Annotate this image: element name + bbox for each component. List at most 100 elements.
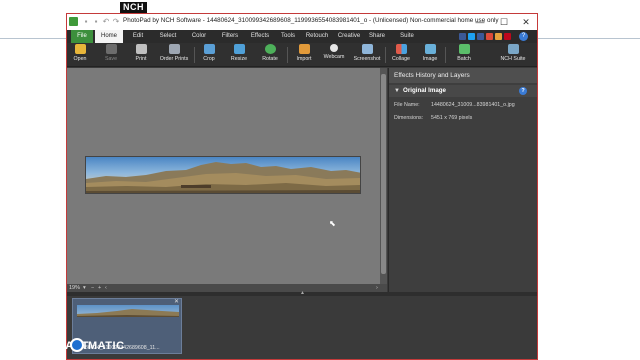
effects-history-panel: Effects History and Layers ▼ Original Im…	[388, 68, 537, 292]
original-image-section[interactable]: ▼ Original Image ?	[389, 85, 537, 97]
status-bar: 19% ▾ − + ‹ ›	[67, 284, 387, 292]
image-icon	[424, 44, 436, 54]
section-title: Original Image	[403, 87, 446, 94]
rotate-icon	[264, 44, 276, 54]
maximize-button[interactable]: ☐	[493, 15, 515, 29]
screenshot-icon	[361, 44, 373, 54]
thumbnail-landscape	[77, 309, 179, 317]
zoom-out-icon[interactable]: −	[91, 284, 94, 292]
watermark-recorded-with: RECORDED WITH	[8, 331, 59, 337]
undo-icon[interactable]: ↶	[102, 17, 110, 26]
file-name-row: File Name: 14480624_31009...83981401_o.j…	[394, 102, 515, 108]
info-icon[interactable]: ?	[519, 87, 527, 95]
window-title: PhotoPad by NCH Software - 14480624_3100…	[123, 17, 499, 24]
printer-icon	[135, 44, 147, 54]
panorama-landscape	[86, 162, 360, 193]
crop-button[interactable]: Crop	[198, 44, 220, 66]
dimensions-value: 5451 x 769 pixels	[431, 115, 473, 121]
screen: NCH ▪ ▪ ↶ ↷ PhotoPad by NCH Software - 1…	[0, 0, 640, 360]
image-button[interactable]: Image	[419, 44, 441, 66]
file-name-value: 14480624_31009...83981401_o.jpg	[431, 102, 515, 108]
panel-header: Effects History and Layers	[389, 68, 537, 83]
filmstrip: ✕ 14480624_310099342689608_11...	[67, 296, 537, 359]
zoom-fit-icon[interactable]: ‹	[105, 284, 107, 292]
tab-retouch[interactable]: Retouch	[303, 30, 331, 43]
nch-suite-icon	[507, 44, 519, 54]
collapse-triangle-icon[interactable]: ▼	[394, 85, 400, 97]
thumbnail-image	[77, 305, 179, 317]
background-line	[537, 38, 640, 39]
print-button[interactable]: Print	[129, 44, 153, 66]
app-icon	[69, 17, 78, 26]
google-plus-icon[interactable]	[486, 33, 493, 40]
tab-creative[interactable]: Creative	[334, 30, 364, 43]
minimize-button[interactable]: —	[469, 15, 491, 29]
tab-select[interactable]: Select	[154, 30, 182, 43]
vertical-scrollbar[interactable]	[380, 68, 387, 284]
folder-icon	[74, 44, 86, 54]
scroll-right-icon[interactable]: ›	[376, 284, 378, 292]
order-prints-button[interactable]: Order Prints	[157, 44, 191, 66]
tab-file[interactable]: File	[71, 30, 93, 43]
toolbar-separator	[385, 47, 386, 63]
tab-filters[interactable]: Filters	[217, 30, 243, 43]
webcam-icon	[330, 44, 338, 52]
toolbar-separator	[287, 47, 288, 63]
zoom-in-icon[interactable]: +	[98, 284, 101, 292]
screenshot-button[interactable]: Screenshot	[351, 44, 383, 66]
webcam-button[interactable]: Webcam	[321, 44, 347, 66]
facebook-icon[interactable]	[459, 33, 466, 40]
batch-button[interactable]: Batch	[453, 44, 475, 66]
quick-open-icon[interactable]: ▪	[92, 17, 100, 26]
redo-icon[interactable]: ↷	[112, 17, 120, 26]
menu-tabs: File Home Edit Select Color Filters Effe…	[67, 30, 537, 43]
toolbar-separator	[445, 47, 446, 63]
close-button[interactable]: ✕	[515, 15, 537, 29]
zoom-level[interactable]: 19%	[69, 284, 80, 292]
tab-tools[interactable]: Tools	[277, 30, 299, 43]
resize-button[interactable]: Resize	[227, 44, 251, 66]
twitter-icon[interactable]	[468, 33, 475, 40]
mouse-cursor-icon: ⬉	[329, 219, 336, 228]
collage-button[interactable]: Collage	[389, 44, 413, 66]
rotate-button[interactable]: Rotate	[258, 44, 282, 66]
tab-suite[interactable]: Suite	[396, 30, 418, 43]
dimensions-label: Dimensions:	[394, 115, 424, 121]
image-canvas[interactable]: ⬉	[67, 68, 380, 284]
photopad-window: ▪ ▪ ↶ ↷ PhotoPad by NCH Software - 14480…	[66, 13, 538, 360]
tab-share[interactable]: Share	[366, 30, 388, 43]
nch-logo: NCH	[120, 2, 147, 13]
dimensions-row: Dimensions: 5451 x 769 pixels	[394, 115, 472, 121]
title-bar: ▪ ▪ ↶ ↷ PhotoPad by NCH Software - 14480…	[67, 14, 537, 30]
rss-icon[interactable]	[495, 33, 502, 40]
watermark-matic: MATIC	[88, 340, 125, 352]
tab-effects[interactable]: Effects	[247, 30, 273, 43]
tab-home[interactable]: Home	[95, 30, 123, 43]
help-icon[interactable]: ?	[519, 32, 528, 41]
toolbar: Open Save Print Order Prints Crop Resize…	[67, 43, 537, 67]
panorama-image[interactable]	[85, 156, 361, 194]
collage-icon	[395, 44, 407, 54]
import-icon	[298, 44, 310, 54]
crop-icon	[203, 44, 215, 54]
close-thumbnail-icon[interactable]: ✕	[174, 298, 179, 305]
resize-icon	[233, 44, 245, 54]
tab-edit[interactable]: Edit	[127, 30, 149, 43]
pinterest-icon[interactable]	[504, 33, 511, 40]
order-prints-icon	[168, 44, 180, 54]
quick-save-icon[interactable]: ▪	[82, 17, 90, 26]
scrollbar-thumb[interactable]	[381, 74, 386, 274]
zoom-dropdown-icon[interactable]: ▾	[83, 284, 86, 292]
file-name-label: File Name:	[394, 102, 420, 108]
tab-color[interactable]: Color	[187, 30, 211, 43]
like-icon[interactable]	[477, 33, 484, 40]
nch-suite-button[interactable]: NCH Suite	[497, 44, 529, 66]
batch-icon	[458, 44, 470, 54]
background-line	[0, 38, 66, 39]
open-button[interactable]: Open	[69, 44, 91, 66]
save-button[interactable]: Save	[100, 44, 122, 66]
save-icon	[105, 44, 117, 54]
screencast-logo-icon	[70, 338, 84, 352]
import-button[interactable]: Import	[292, 44, 316, 66]
toolbar-separator	[194, 47, 195, 63]
